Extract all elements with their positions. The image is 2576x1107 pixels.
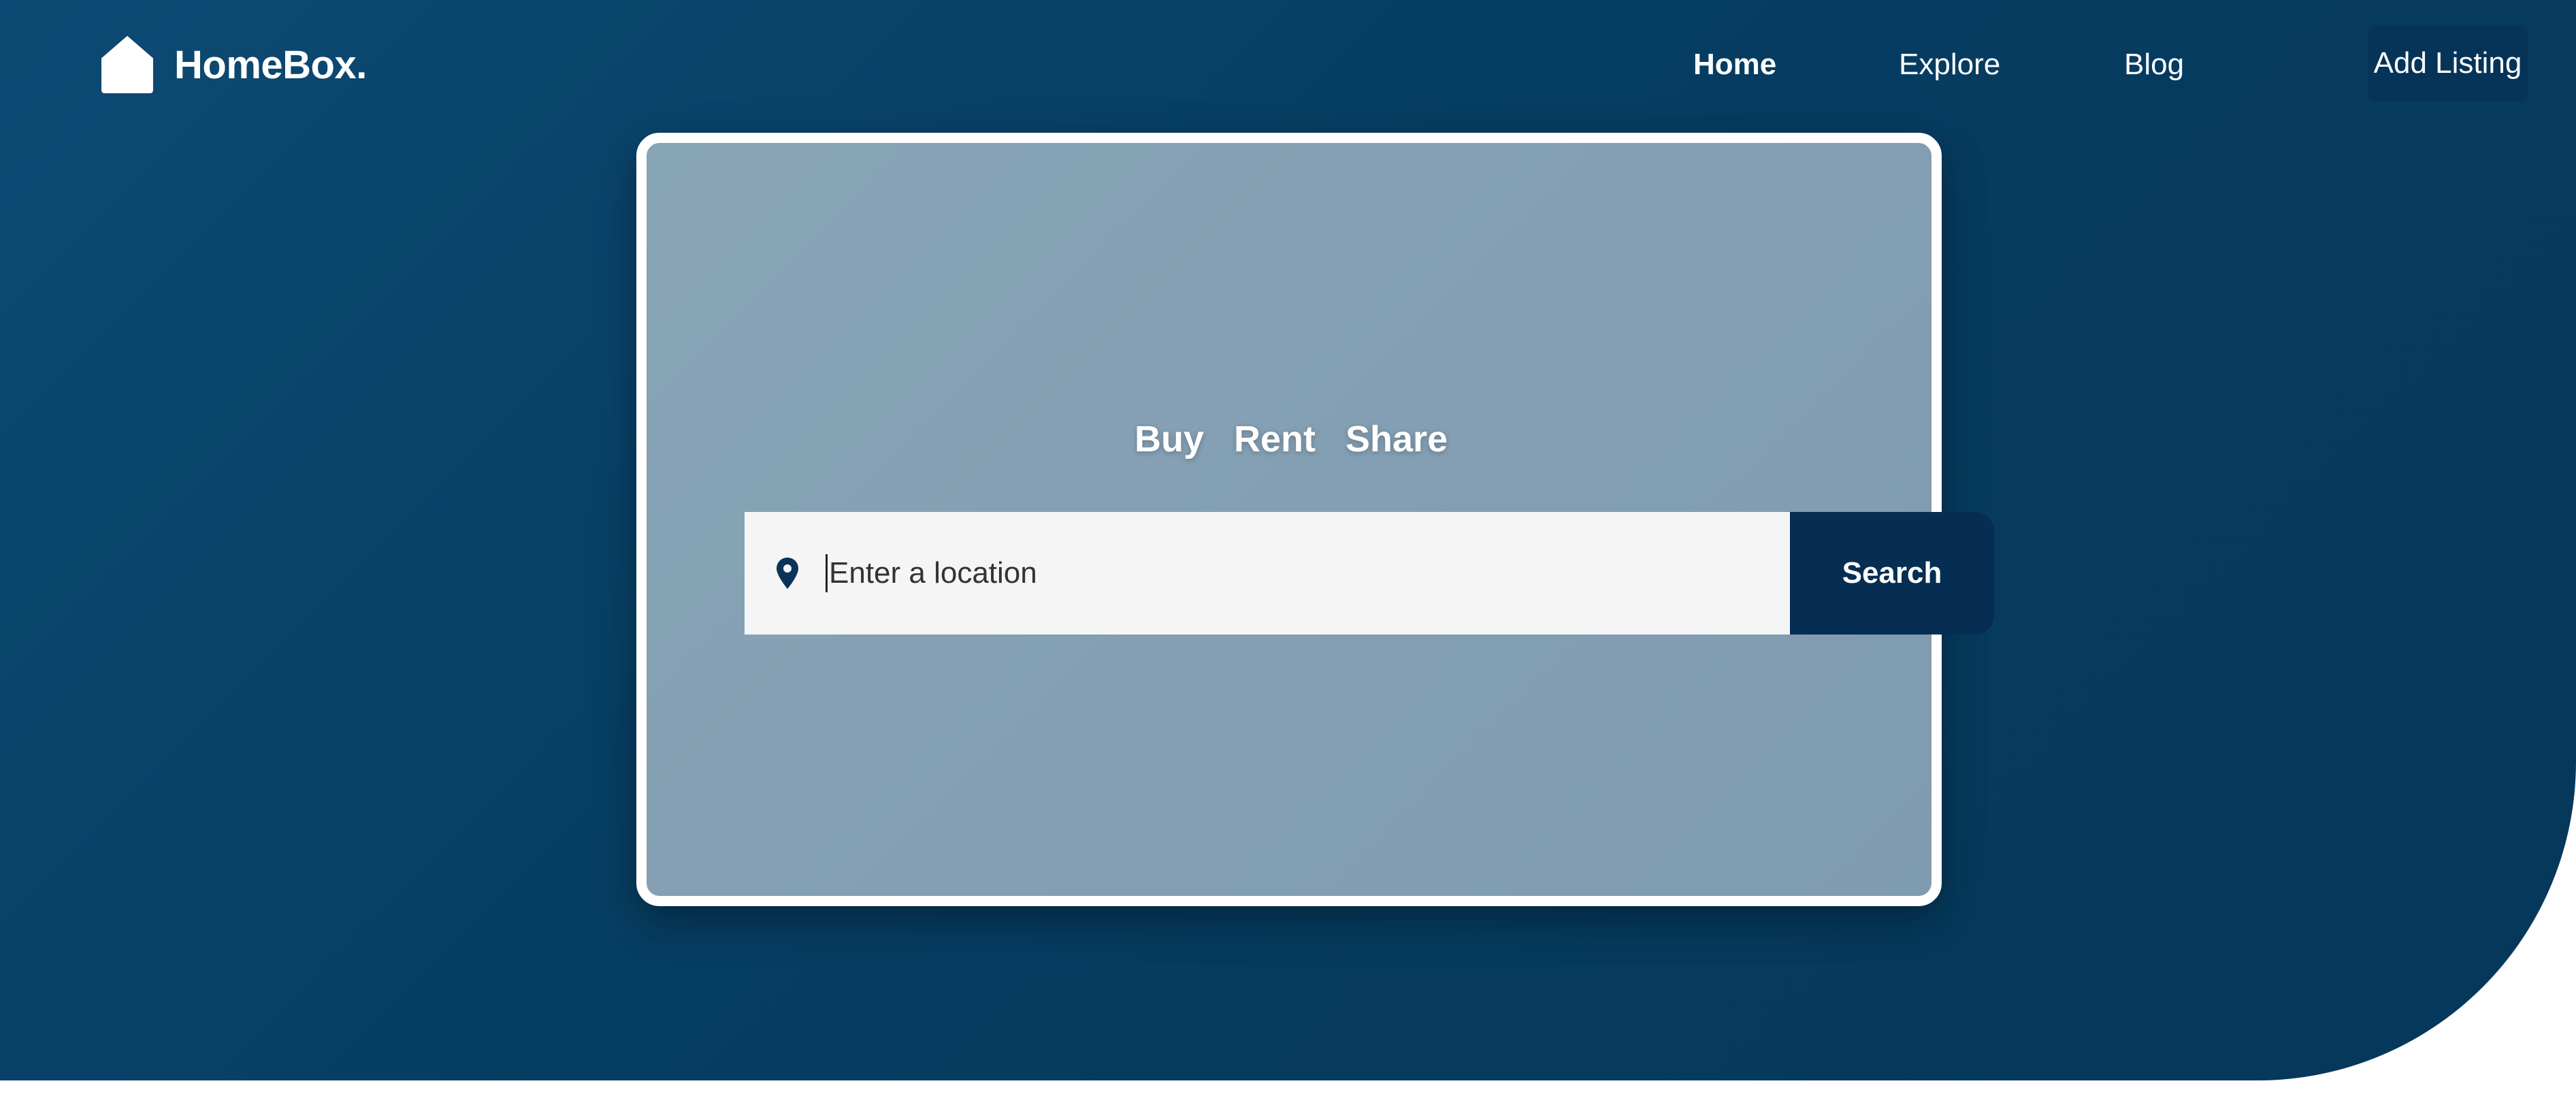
search-button[interactable]: Search <box>1790 512 1994 635</box>
text-cursor <box>826 554 828 592</box>
listing-type-tabs: Buy Rent Share <box>1135 412 1478 466</box>
tab-share[interactable]: Share <box>1346 418 1448 460</box>
page: HomeBox. Home Explore Blog Add Listing B… <box>0 0 2576 1107</box>
search-field[interactable] <box>745 512 1790 635</box>
nav-explore-link[interactable]: Explore <box>1899 41 2000 89</box>
brand-name: HomeBox. <box>174 42 367 87</box>
search-bar: Search <box>745 512 1994 635</box>
add-listing-button[interactable]: Add Listing <box>2368 25 2528 101</box>
brand-logo[interactable]: HomeBox. <box>101 34 367 95</box>
house-icon <box>101 36 153 93</box>
nav-blog-link[interactable]: Blog <box>2124 41 2184 89</box>
nav-home-link[interactable]: Home <box>1693 41 1776 89</box>
location-pin-icon <box>777 558 798 589</box>
location-search-input[interactable] <box>824 546 1768 600</box>
tab-rent[interactable]: Rent <box>1234 418 1316 460</box>
tab-buy[interactable]: Buy <box>1135 418 1204 460</box>
